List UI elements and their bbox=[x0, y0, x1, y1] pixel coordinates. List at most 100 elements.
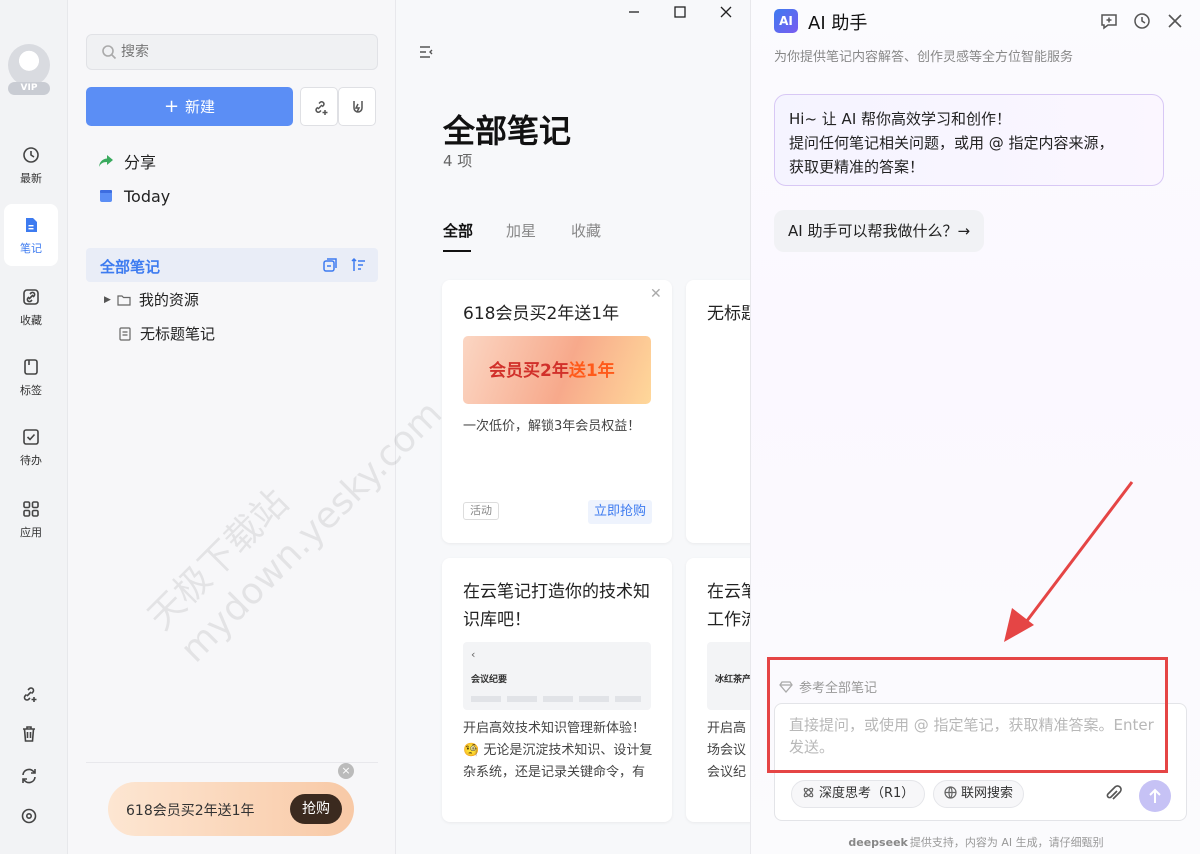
clip-button[interactable] bbox=[338, 87, 376, 126]
nav-share[interactable]: 分享 bbox=[98, 149, 156, 173]
card-tag: 活动 bbox=[463, 502, 499, 520]
rail-item-tags[interactable]: 标签 bbox=[4, 346, 58, 408]
search-input[interactable] bbox=[121, 42, 361, 62]
calendar-icon bbox=[100, 190, 112, 202]
note-card[interactable]: 在云笔记打造你的技术知识库吧！ ‹ 会议纪要 开启高效技术知识管理新体验！ 🧐 … bbox=[442, 558, 672, 822]
tree-item-untitled[interactable]: 无标题笔记 bbox=[118, 323, 215, 344]
promo-banner[interactable]: 618会员买2年送1年 抢购 bbox=[108, 782, 354, 836]
close-icon[interactable]: ✕ bbox=[650, 287, 662, 301]
rail-label: 待办 bbox=[20, 454, 42, 467]
card-title: 618会员买2年送1年 bbox=[463, 304, 620, 324]
back-icon: ‹ bbox=[471, 648, 476, 661]
greeting-line: 获取更精准的答案！ bbox=[789, 158, 925, 176]
ai-logo: AI bbox=[774, 9, 798, 33]
rail-item-todo[interactable]: 待办 bbox=[4, 416, 58, 478]
rail-item-favorites[interactable]: 收藏 bbox=[4, 276, 58, 338]
preview-heading: 会议纪要 bbox=[471, 675, 508, 685]
sidebar-toggle-icon[interactable] bbox=[418, 44, 434, 60]
card-title: 在云笔记打造你的技术知识库吧！ bbox=[463, 582, 650, 630]
document-icon bbox=[119, 326, 131, 341]
avatar[interactable] bbox=[8, 44, 50, 86]
card-description: 开启高场会议会议纪有备 bbox=[707, 721, 747, 780]
expand-caret-icon[interactable]: ▶ bbox=[104, 295, 111, 305]
section-all-notes[interactable]: 全部笔记 bbox=[86, 248, 378, 282]
new-note-button[interactable]: + 新建 bbox=[86, 87, 293, 126]
tab-favorites[interactable]: 收藏 bbox=[571, 220, 601, 241]
footer-text: 提供支持，内容为 AI 生成，请仔细甄别 bbox=[909, 836, 1104, 849]
close-icon[interactable]: × bbox=[338, 763, 354, 779]
ai-panel-title: AI 助手 bbox=[808, 13, 868, 34]
search-icon bbox=[102, 45, 117, 60]
tree-label: 无标题笔记 bbox=[140, 325, 216, 343]
sync-icon[interactable] bbox=[19, 766, 39, 786]
apps-grid-icon bbox=[23, 501, 39, 517]
maximize-icon[interactable] bbox=[672, 4, 688, 20]
globe-icon bbox=[944, 786, 957, 799]
deep-think-toggle[interactable]: 深度思考（R1） bbox=[791, 780, 926, 808]
rail-label: 最新 bbox=[20, 172, 42, 185]
nav-share-label: 分享 bbox=[124, 153, 157, 172]
paperclip-icon[interactable] bbox=[1103, 784, 1123, 804]
promo-text: 618会员买2年送1年 bbox=[126, 803, 255, 819]
note-icon bbox=[26, 218, 37, 232]
new-chat-icon[interactable] bbox=[1100, 12, 1118, 30]
link-add-icon[interactable] bbox=[19, 684, 39, 704]
deep-think-label: 深度思考（R1） bbox=[819, 786, 915, 801]
trash-icon[interactable] bbox=[19, 724, 39, 744]
settings-icon[interactable] bbox=[19, 806, 39, 826]
rail-item-recent[interactable]: 最新 bbox=[4, 134, 58, 196]
web-search-toggle[interactable]: 联网搜索 bbox=[933, 780, 1025, 808]
note-preview-image: ‹ 会议纪要 bbox=[463, 642, 651, 710]
promo-image: 会员买2年送1年 bbox=[463, 336, 651, 404]
preview-tags bbox=[471, 696, 641, 702]
tree-label: 我的资源 bbox=[138, 291, 199, 309]
card-title: 在云笔工作流 bbox=[707, 582, 750, 630]
rail-label: 标签 bbox=[20, 384, 42, 397]
banner-text-b: 送1年 bbox=[568, 361, 615, 381]
collapse-icon[interactable] bbox=[322, 257, 338, 273]
sort-icon[interactable] bbox=[350, 257, 366, 273]
link-icon bbox=[23, 289, 39, 305]
suggestion-chip[interactable]: AI 助手可以帮我做什么？→ bbox=[774, 210, 985, 252]
tab-all[interactable]: 全部 bbox=[443, 220, 473, 241]
note-card[interactable]: 618会员买2年送1年 ✕ 会员买2年送1年 一次低价，解锁3年会员权益！ 活动… bbox=[442, 280, 672, 543]
buy-now-button[interactable]: 立即抢购 bbox=[587, 500, 652, 524]
section-title: 全部笔记 bbox=[100, 258, 161, 276]
rail-item-apps[interactable]: 应用 bbox=[4, 488, 58, 550]
search-box[interactable] bbox=[86, 34, 378, 70]
folder-icon bbox=[117, 294, 131, 306]
send-button[interactable] bbox=[1139, 780, 1171, 812]
web-search-label: 联网搜索 bbox=[961, 786, 1014, 801]
share-arrow-icon bbox=[99, 155, 113, 167]
checkbox-icon bbox=[23, 429, 39, 445]
close-icon[interactable] bbox=[1166, 12, 1184, 30]
link-button[interactable] bbox=[300, 87, 338, 126]
tab-underline bbox=[443, 250, 471, 252]
arrow-up-icon bbox=[1149, 788, 1161, 803]
atom-icon bbox=[803, 787, 814, 798]
deepseek-logo: deepseek bbox=[848, 836, 908, 849]
ai-greeting-bubble: Hi~ 让 AI 帮你高效学习和创作！ 提问任何笔记相关问题，或用 @ 指定内容… bbox=[774, 94, 1164, 186]
magnet-icon bbox=[353, 101, 363, 113]
history-icon[interactable] bbox=[1133, 12, 1151, 30]
minimize-icon[interactable] bbox=[626, 4, 642, 20]
rail-item-notes[interactable]: 笔记 bbox=[4, 204, 58, 266]
nav-today[interactable]: Today bbox=[98, 184, 170, 208]
note-card[interactable]: 在云笔工作流 冰红茶产 开启高场会议会议纪有备 bbox=[686, 558, 750, 822]
vip-badge: VIP bbox=[8, 82, 50, 95]
banner-text: 会员买2年送1年 bbox=[489, 356, 615, 381]
ai-subtitle: 为你提供笔记内容解答、创作灵感等全方位智能服务 bbox=[774, 50, 1074, 65]
card-title: 无标题 bbox=[707, 304, 750, 324]
page-title: 全部笔记 bbox=[443, 112, 572, 150]
rail-label: 收藏 bbox=[20, 314, 42, 327]
promo-buy-button[interactable]: 抢购 bbox=[290, 794, 342, 824]
nav-today-label: Today bbox=[124, 186, 171, 206]
note-card[interactable]: 无标题 bbox=[686, 280, 750, 543]
annotation-arrow-icon bbox=[1004, 481, 1134, 642]
window-close-icon[interactable] bbox=[718, 4, 734, 20]
tab-starred[interactable]: 加星 bbox=[506, 220, 536, 241]
rail-label: 笔记 bbox=[20, 242, 42, 255]
tree-item-resources[interactable]: ▶ 我的资源 bbox=[104, 289, 199, 310]
banner-text-a: 会员买2年 bbox=[489, 361, 569, 381]
note-count: 4 项 bbox=[443, 152, 473, 170]
